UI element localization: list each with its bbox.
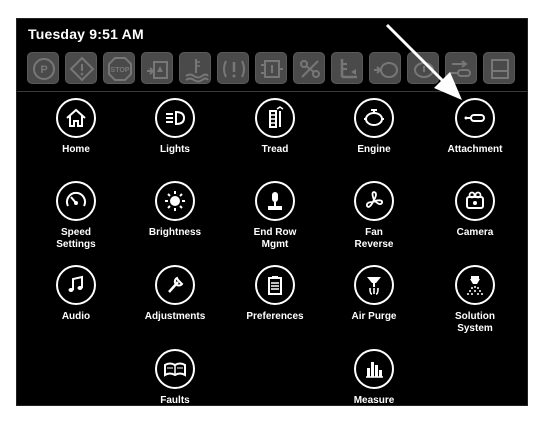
drive-fault-icon xyxy=(293,52,325,84)
engine-label: Engine xyxy=(357,144,391,155)
coolant-temperature-icon xyxy=(179,52,211,84)
transmission-icon xyxy=(255,52,287,84)
park-brake-icon: P xyxy=(27,52,59,84)
svg-text:P: P xyxy=(40,64,47,76)
brake-warning-icon xyxy=(217,52,249,84)
speedometer-icon xyxy=(56,181,96,221)
attachment-icon xyxy=(455,98,495,138)
engine-icon xyxy=(354,98,394,138)
fan-reverse-label-line2: Reverse xyxy=(354,239,394,250)
faults-book-icon xyxy=(155,349,195,389)
home-icon xyxy=(56,98,96,138)
end-row-label-line1: End Row xyxy=(253,227,297,238)
lights-label: Lights xyxy=(160,144,190,155)
speed-settings-label-line2: Settings xyxy=(56,239,96,250)
adjustments-label: Adjustments xyxy=(144,311,206,322)
engine-button[interactable]: Engine xyxy=(324,98,424,156)
fan-reverse-label: Fan Reverse xyxy=(324,227,424,251)
air-purge-button[interactable]: Air Purge xyxy=(324,265,424,323)
stop-icon: STOP xyxy=(103,52,135,84)
brightness-icon xyxy=(155,181,195,221)
tread-icon xyxy=(255,98,295,138)
end-row-label-line2: Mgmt xyxy=(261,239,289,250)
solution-label-line1: Solution xyxy=(455,311,495,322)
solution-system-label: Solution System xyxy=(425,311,525,335)
speed-settings-label-line1: Speed xyxy=(60,227,91,238)
faults-label: Faults xyxy=(160,395,190,406)
attachment-fault-icon xyxy=(445,52,477,84)
fan-reverse-button[interactable]: Fan Reverse xyxy=(324,181,424,251)
header-divider xyxy=(17,91,527,92)
adjustments-button[interactable]: Adjustments xyxy=(125,265,225,323)
brightness-button[interactable]: Brightness xyxy=(125,181,225,239)
sprayer-icon xyxy=(455,265,495,305)
preferences-label: Preferences xyxy=(246,311,304,322)
air-purge-label: Air Purge xyxy=(351,311,397,322)
tank-level-icon xyxy=(483,52,515,84)
general-warning-icon xyxy=(65,52,97,84)
air-purge-icon xyxy=(354,265,394,305)
hydraulic-fluid-icon xyxy=(141,52,173,84)
audio-label: Audio xyxy=(61,311,91,322)
solution-label-line2: System xyxy=(457,323,493,334)
end-row-mgmt-label: End Row Mgmt xyxy=(225,227,325,251)
engine-oil-icon xyxy=(369,52,401,84)
brightness-label: Brightness xyxy=(148,227,202,238)
svg-text:STOP: STOP xyxy=(111,67,130,74)
camera-icon xyxy=(455,181,495,221)
music-note-icon xyxy=(56,265,96,305)
attachment-label: Attachment xyxy=(447,144,503,155)
audio-button[interactable]: Audio xyxy=(26,265,126,323)
preferences-button[interactable]: Preferences xyxy=(225,265,325,323)
headlight-icon xyxy=(155,98,195,138)
engine-fault-icon xyxy=(407,52,439,84)
clipboard-icon xyxy=(255,265,295,305)
wrench-icon xyxy=(155,265,195,305)
display-screen: Tuesday 9:51 AM P STOP Home Lights Tread… xyxy=(16,18,528,406)
warning-indicator-bar: P STOP xyxy=(27,52,519,84)
measure-button[interactable]: Measure xyxy=(324,349,424,407)
camera-label: Camera xyxy=(456,227,494,238)
home-button[interactable]: Home xyxy=(26,98,126,156)
bar-chart-icon xyxy=(354,349,394,389)
fan-icon xyxy=(354,181,394,221)
home-label: Home xyxy=(62,144,90,155)
fuel-level-icon xyxy=(331,52,363,84)
attachment-button[interactable]: Attachment xyxy=(425,98,525,156)
faults-button[interactable]: Faults xyxy=(125,349,225,407)
tread-label: Tread xyxy=(261,144,289,155)
fan-reverse-label-line1: Fan xyxy=(365,227,383,238)
status-time: Tuesday 9:51 AM xyxy=(28,26,144,42)
end-row-mgmt-button[interactable]: End Row Mgmt xyxy=(225,181,325,251)
speed-settings-button[interactable]: Speed Settings xyxy=(26,181,126,251)
joystick-icon xyxy=(255,181,295,221)
measure-label: Measure xyxy=(353,395,395,406)
tread-button[interactable]: Tread xyxy=(225,98,325,156)
lights-button[interactable]: Lights xyxy=(125,98,225,156)
speed-settings-label: Speed Settings xyxy=(26,227,126,251)
camera-button[interactable]: Camera xyxy=(425,181,525,239)
solution-system-button[interactable]: Solution System xyxy=(425,265,525,335)
